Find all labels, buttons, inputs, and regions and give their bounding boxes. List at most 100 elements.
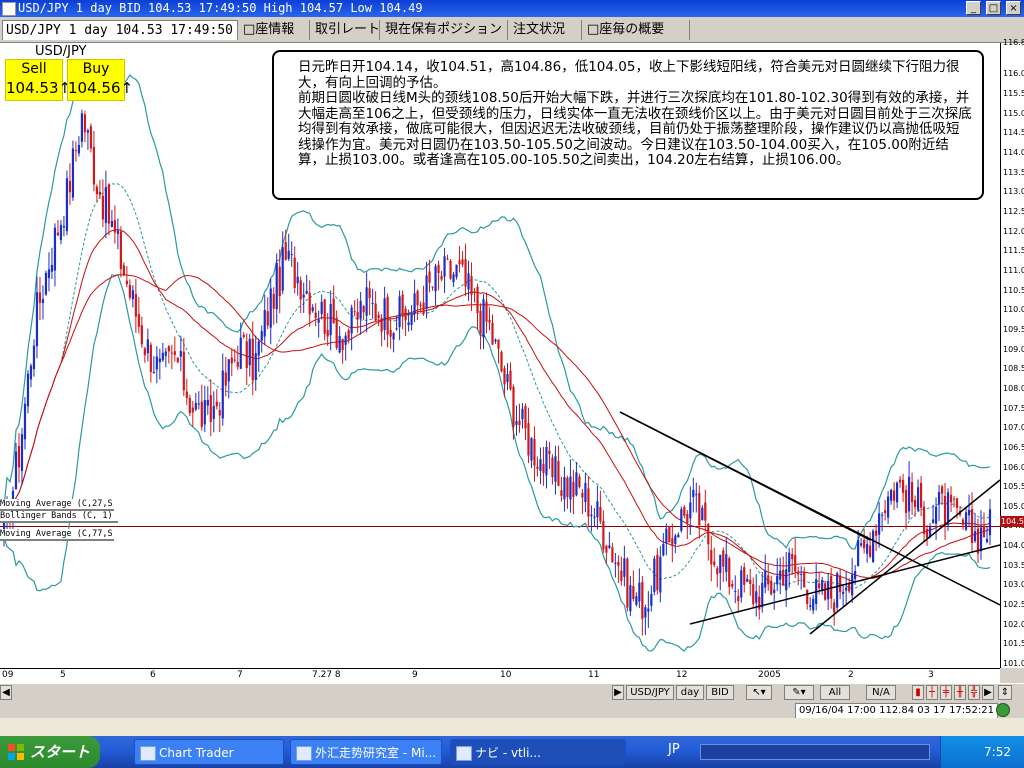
- candle-body: [29, 365, 33, 380]
- sell-button[interactable]: Sell 104.53↑: [5, 59, 71, 101]
- candle-body: [737, 596, 740, 602]
- connection-icon: [996, 703, 1010, 717]
- candle-body: [512, 386, 515, 427]
- tab-orders[interactable]: 注文状況: [510, 20, 582, 40]
- buy-button[interactable]: Buy 104.56↑: [67, 59, 133, 101]
- candle-body: [329, 304, 332, 336]
- taskbar-item-browser[interactable]: 外汇走势研究室 - Mi...: [290, 739, 442, 765]
- candle-body: [314, 312, 317, 318]
- indicator-label-bollinger[interactable]: Bollinger Bands (C, 1): [0, 511, 118, 523]
- candle-body: [491, 322, 494, 345]
- candle-body: [305, 290, 308, 294]
- price-axis: 116.8 116.0 115.5 115.0 114.5 114.0 113.5 113.0…: [1000, 38, 1024, 668]
- ime-toolbar[interactable]: [700, 744, 930, 760]
- candle-body: [434, 266, 437, 292]
- start-button[interactable]: スタート: [0, 736, 100, 768]
- candle-body: [230, 357, 233, 364]
- candle-body: [482, 299, 485, 338]
- y-tick-label: 114.5: [1003, 128, 1024, 138]
- candle-body: [293, 257, 296, 288]
- y-tick-label: 102.0: [1003, 619, 1024, 629]
- candle-body: [428, 271, 431, 283]
- scroll-right-icon[interactable]: ▶: [982, 685, 994, 700]
- candle-body: [362, 306, 365, 313]
- cursor-tool-icon[interactable]: ↖▾: [746, 685, 772, 700]
- price-type-select[interactable]: BID: [706, 685, 734, 700]
- candle-body: [470, 276, 473, 295]
- candle-body: [701, 507, 704, 521]
- view-all-button[interactable]: All: [820, 685, 850, 700]
- scroll-left-icon[interactable]: ◀: [0, 685, 12, 700]
- indicator-select[interactable]: N/A: [866, 685, 896, 700]
- candle-body: [173, 351, 176, 355]
- candle-body: [485, 301, 488, 322]
- tab-trade-rate[interactable]: 取引レート: [312, 20, 380, 40]
- candle-body: [833, 602, 836, 613]
- time-axis: 09 5 6 7 7.27 8 9 10 11 12 2005 2 3: [0, 668, 1000, 683]
- candle-body: [296, 276, 299, 284]
- candle-body: [854, 570, 857, 580]
- taskbar-item-navi[interactable]: ナビ - vtli...: [450, 739, 626, 765]
- candle-body: [407, 322, 410, 326]
- indicator-label-ma77[interactable]: Moving Average (C,77,S: [0, 529, 114, 541]
- timeframe-select[interactable]: day: [676, 685, 704, 700]
- indicator-label-ma27[interactable]: Moving Average (C,27,S: [0, 499, 114, 511]
- candle-body: [524, 405, 527, 429]
- window-title-bar: USD/JPY 1 day BID 104.53 17:49:50 High 1…: [0, 0, 1024, 17]
- candle-body: [836, 573, 839, 608]
- candle-body: [614, 562, 617, 564]
- play-icon[interactable]: ▶: [612, 685, 624, 700]
- line-chart-icon[interactable]: ╪: [940, 685, 952, 700]
- candle-body: [86, 130, 90, 133]
- candle-body: [224, 372, 227, 386]
- candle-body: [203, 400, 206, 425]
- candle-chart-icon[interactable]: ┼: [926, 685, 938, 700]
- candle-body: [755, 591, 758, 603]
- candle-body: [557, 460, 560, 486]
- candle-body: [272, 293, 275, 309]
- close-icon[interactable]: ×: [1006, 1, 1021, 15]
- grid-icon[interactable]: ╫: [954, 685, 966, 700]
- candle-body: [176, 357, 179, 363]
- symbol-select[interactable]: USD/JPY: [626, 685, 674, 700]
- candle-body: [794, 555, 797, 572]
- x-tick-label: 9: [412, 670, 418, 680]
- windows-logo-icon: [8, 744, 24, 760]
- tab-chart[interactable]: USD/JPY 1 day 104.53 17:49:50: [2, 20, 238, 40]
- y-tick-label: 105.5: [1003, 482, 1024, 492]
- candle-body: [934, 506, 938, 524]
- candle-body: [530, 438, 533, 461]
- chart-toolbar: ◀ ▶ USD/JPY day BID ↖▾ ✎▾ All N/A ▮ ┼ ╪ …: [0, 683, 1024, 702]
- clock: 7:52: [984, 745, 1011, 759]
- candle-body: [515, 421, 518, 425]
- candle-body: [125, 280, 128, 285]
- zoom-icon[interactable]: ╬: [968, 685, 980, 700]
- bar-chart-icon[interactable]: ▮: [912, 685, 924, 700]
- candle-body: [437, 264, 440, 274]
- candle-body: [527, 423, 530, 456]
- candle-body: [881, 514, 884, 516]
- candle-body: [884, 510, 887, 514]
- x-tick-label: 6: [150, 670, 156, 680]
- maximize-icon[interactable]: □: [986, 1, 1001, 15]
- tab-account-info[interactable]: □座情報: [240, 20, 310, 40]
- candle-body: [62, 226, 66, 228]
- language-indicator[interactable]: JP: [668, 742, 680, 757]
- candle-body: [206, 399, 209, 406]
- candle-body: [922, 506, 926, 534]
- candle-body: [458, 260, 461, 265]
- candle-body: [506, 374, 509, 383]
- candle-body: [722, 550, 725, 567]
- taskbar-item-chart-trader[interactable]: Chart Trader: [134, 739, 284, 765]
- candle-body: [254, 353, 257, 380]
- fit-icon[interactable]: ⇕: [998, 685, 1012, 700]
- candle-body: [913, 499, 917, 508]
- tab-account-summary[interactable]: □座毎の概要: [584, 20, 690, 40]
- start-label: スタート: [30, 743, 91, 761]
- draw-tool-icon[interactable]: ✎▾: [784, 685, 814, 700]
- candle-body: [680, 509, 683, 531]
- minimize-icon[interactable]: _: [966, 1, 981, 15]
- tab-positions[interactable]: 現在保有ポジション: [382, 20, 508, 40]
- candle-body: [239, 337, 242, 369]
- candle-body: [632, 585, 635, 600]
